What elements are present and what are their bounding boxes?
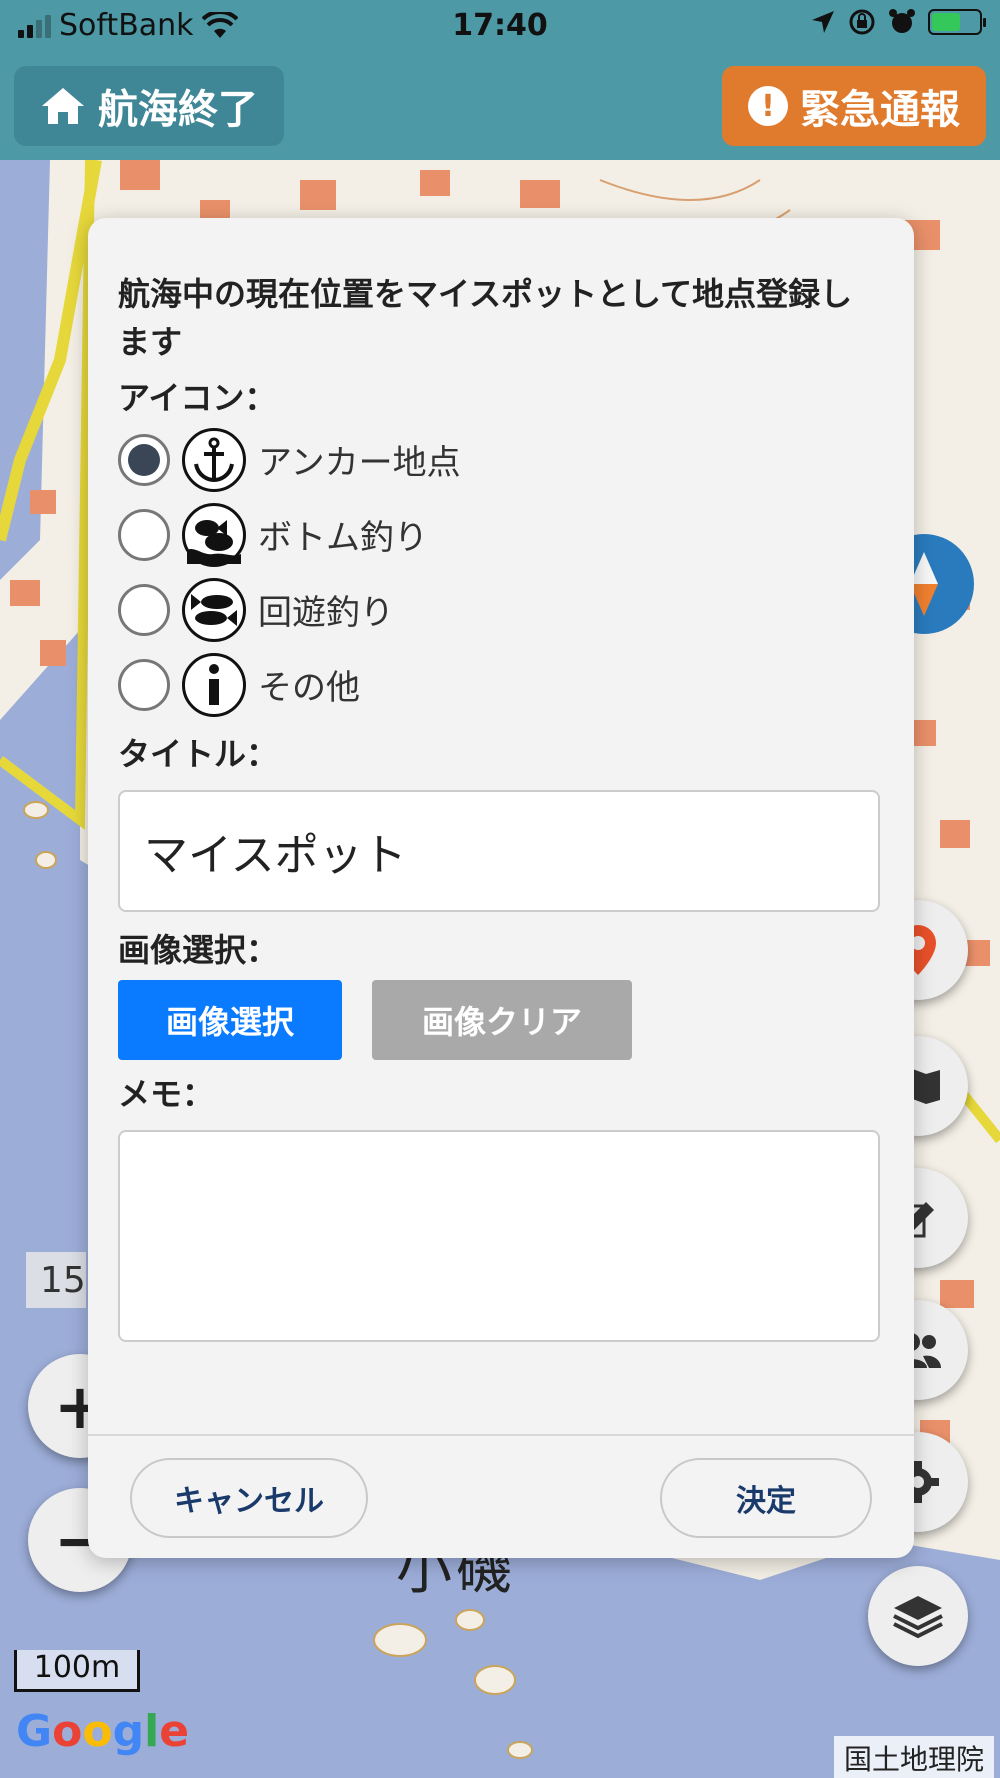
my-spot-dialog: 航海中の現在位置をマイスポットとして地点登録します アイコン： アンカー地点 ボ…	[88, 218, 914, 1558]
status-right	[810, 8, 986, 36]
image-select-button[interactable]: 画像選択	[118, 980, 342, 1060]
icon-option-label: アンカー地点	[258, 443, 461, 483]
battery-fill	[932, 13, 960, 31]
info-icon	[182, 652, 246, 717]
anchor-icon	[182, 427, 246, 492]
icon-option-other[interactable]: その他	[118, 647, 884, 722]
zoom-level: 15	[26, 1252, 86, 1308]
dialog-footer: キャンセル 決定	[88, 1434, 914, 1558]
dialog-body: 航海中の現在位置をマイスポットとして地点登録します アイコン： アンカー地点 ボ…	[118, 270, 884, 1342]
alarm-icon	[889, 9, 915, 33]
rotation-lock-icon	[849, 9, 875, 35]
end-voyage-label: 航海終了	[98, 87, 258, 133]
google-logo: Google	[16, 1706, 190, 1757]
memo-section-label: メモ：	[118, 1075, 215, 1113]
icon-option-label: ボトム釣り	[258, 518, 428, 558]
radio-button[interactable]	[118, 658, 170, 711]
icon-option-migratory-fishing[interactable]: 回遊釣り	[118, 572, 884, 647]
cancel-button[interactable]: キャンセル	[130, 1458, 368, 1538]
icon-option-anchor[interactable]: アンカー地点	[118, 422, 884, 497]
ok-button[interactable]: 決定	[660, 1458, 872, 1538]
radio-button[interactable]	[118, 583, 170, 636]
icon-option-label: その他	[258, 668, 360, 708]
icon-section-label: アイコン：	[118, 379, 277, 417]
end-voyage-button[interactable]: 航海終了	[14, 66, 284, 146]
home-icon	[42, 88, 84, 124]
radio-button[interactable]	[118, 433, 170, 486]
radio-button[interactable]	[118, 508, 170, 561]
exclamation-icon: !	[748, 86, 788, 126]
status-bar: SoftBank 17:40	[0, 0, 1000, 56]
image-section-label: 画像選択：	[118, 931, 279, 969]
icon-option-bottom-fishing[interactable]: ボトム釣り	[118, 497, 884, 572]
migratory-fish-icon	[182, 577, 246, 642]
bottom-fish-icon	[182, 502, 246, 567]
icon-option-label: 回遊釣り	[258, 593, 394, 633]
title-input[interactable]	[118, 790, 880, 912]
map-attribution: 国土地理院	[833, 1736, 994, 1778]
memo-textarea[interactable]	[118, 1130, 880, 1342]
layers-button[interactable]	[868, 1566, 968, 1666]
battery-icon	[928, 9, 986, 35]
image-buttons: 画像選択 画像クリア	[118, 980, 884, 1060]
image-clear-button[interactable]: 画像クリア	[372, 980, 632, 1060]
layers-icon	[893, 1596, 943, 1639]
map-scale: 100m	[14, 1650, 140, 1692]
emergency-label: 緊急通報	[800, 87, 960, 133]
app-header: 航海終了 ! 緊急通報	[0, 56, 1000, 160]
title-section-label: タイトル：	[118, 735, 279, 773]
dialog-intro-text: 航海中の現在位置をマイスポットとして地点登録します	[118, 275, 853, 361]
emergency-button[interactable]: ! 緊急通報	[722, 66, 986, 146]
location-arrow-icon	[812, 11, 834, 33]
